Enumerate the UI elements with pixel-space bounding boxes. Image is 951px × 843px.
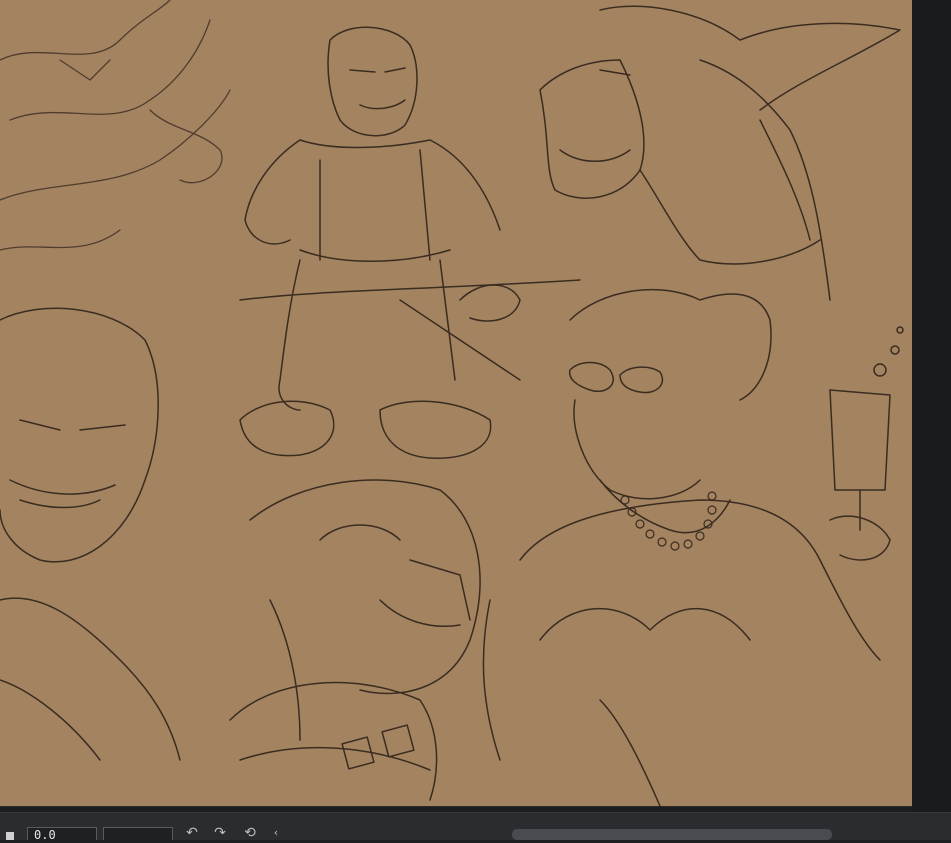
sketch-artwork <box>0 0 904 806</box>
mode-select[interactable] <box>103 827 173 840</box>
canvas-viewport[interactable] <box>0 0 951 812</box>
horizontal-scrollbar[interactable] <box>512 829 832 840</box>
rotate-right-icon[interactable]: ↷ <box>212 826 228 840</box>
rotate-left-icon[interactable]: ↶ <box>184 826 200 840</box>
sketch-topleft-figure <box>0 0 231 251</box>
chevron-left-icon[interactable]: ‹ <box>268 826 284 840</box>
status-bar: 0.0 ↶ ↷ ⟲ ‹ <box>0 812 951 842</box>
sketch-dwarf-figure <box>239 26 581 459</box>
canvas-right-gutter <box>912 0 951 812</box>
sketch-armored-figure <box>229 479 481 801</box>
scrollbar-thumb[interactable] <box>512 829 832 840</box>
zoom-input[interactable]: 0.0 <box>27 827 97 842</box>
drawing-canvas[interactable] <box>0 0 912 806</box>
sketch-bald-head <box>0 307 181 761</box>
sketch-lady-figure <box>482 288 904 806</box>
reset-rotation-icon[interactable]: ⟲ <box>242 826 258 840</box>
sketch-elf-head <box>539 5 901 301</box>
